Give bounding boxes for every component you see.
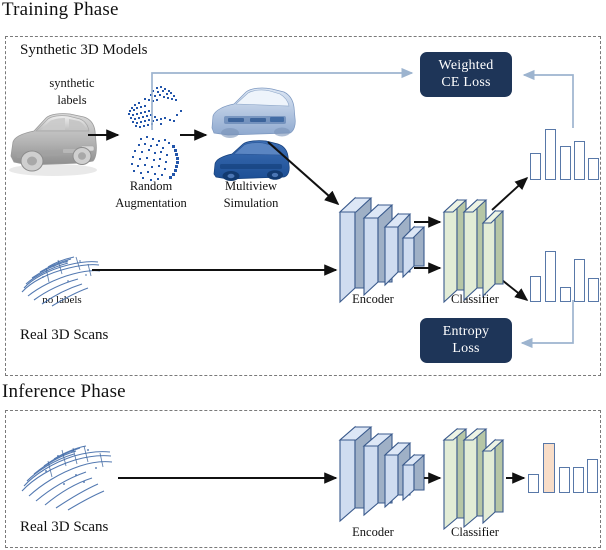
bar: [573, 467, 584, 493]
bar: [588, 278, 599, 302]
bar: [528, 474, 539, 493]
bar: [530, 153, 541, 180]
inference-prediction-histogram: [528, 443, 600, 493]
bar: [587, 459, 598, 493]
bar: [560, 287, 571, 302]
bar: [588, 158, 599, 180]
bar-highlighted: [543, 443, 555, 493]
bar: [560, 146, 571, 180]
feedback-hist-to-entropy-loss: [520, 300, 574, 349]
diagram-graphics: [9, 67, 574, 531]
feedback-hist-to-ce-loss: [522, 69, 574, 128]
classifier-block-training: [442, 198, 505, 304]
gray-car-mesh-icon: [9, 113, 97, 176]
light-blue-car-render-icon: [211, 87, 296, 138]
bar: [545, 129, 556, 180]
encoder-block-inference: [338, 425, 426, 523]
blue-lidar-scan-icon-training: [21, 256, 101, 307]
synthetic-prediction-histogram: [530, 126, 600, 180]
bar: [530, 276, 541, 302]
dark-blue-car-render-icon: [213, 140, 290, 181]
blue-point-cloud-icon-bottom: [131, 136, 179, 181]
blue-point-cloud-icon-top: [128, 86, 182, 128]
bar: [574, 259, 585, 302]
bar: [574, 141, 585, 180]
encoder-block-training: [338, 196, 426, 304]
bar: [545, 251, 556, 302]
classifier-block-inference: [442, 427, 505, 531]
figure-root: Training Phase Synthetic 3D Models Real …: [0, 0, 606, 550]
blue-lidar-scan-icon-inference: [21, 445, 113, 511]
arrow-classifier-to-hist-top: [491, 176, 529, 211]
real-prediction-histogram: [530, 248, 600, 302]
bar: [559, 467, 570, 493]
